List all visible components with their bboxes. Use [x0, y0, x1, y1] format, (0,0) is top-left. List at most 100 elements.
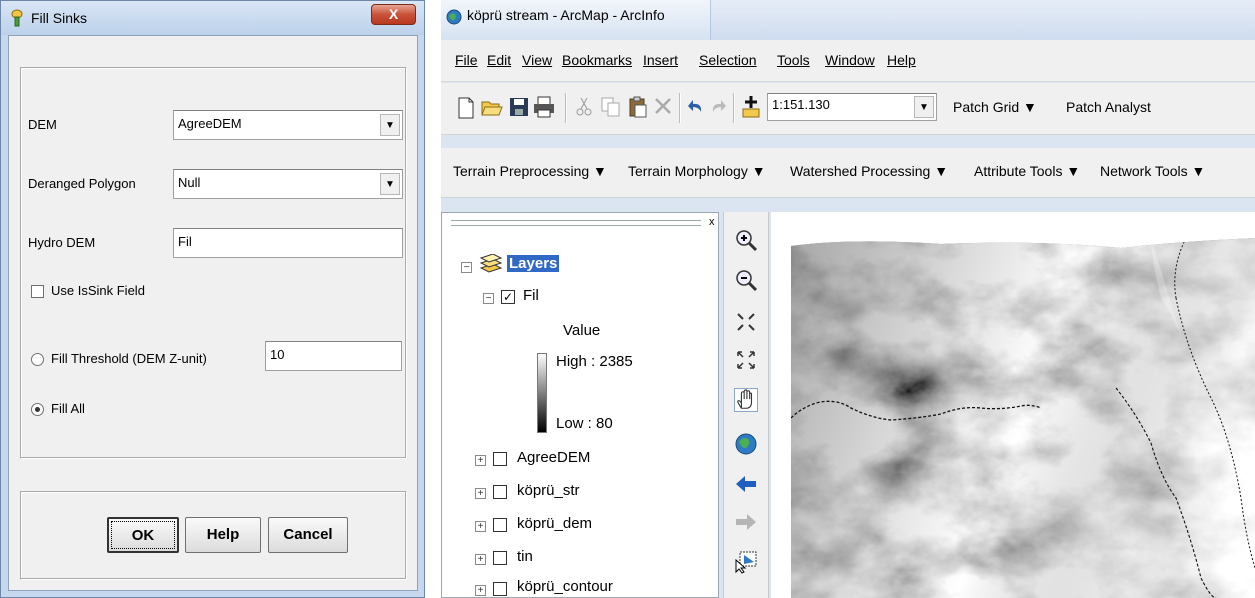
terrain-morphology-menu[interactable]: Terrain Morphology ▼ [628, 163, 766, 179]
dialog-title: Fill Sinks [31, 10, 88, 26]
menu-view[interactable]: View [522, 52, 552, 68]
toc-drag-handle[interactable] [451, 220, 701, 226]
add-data-icon[interactable] [741, 95, 761, 119]
fill-threshold-radio[interactable] [31, 353, 44, 366]
back-arrow-icon[interactable] [734, 472, 758, 496]
menu-window[interactable]: Window [825, 52, 875, 68]
hydro-dem-label: Hydro DEM [28, 235, 96, 250]
dem-raster-map[interactable] [791, 238, 1255, 598]
map-view[interactable] [771, 212, 1255, 598]
layer-checkbox[interactable] [493, 485, 507, 499]
layer-kopru-contour[interactable]: köprü_contour [517, 578, 613, 595]
save-icon[interactable] [509, 97, 529, 117]
cancel-button[interactable]: Cancel [268, 517, 348, 553]
expand-icon[interactable]: + [475, 488, 486, 499]
zoom-in-icon[interactable] [734, 228, 758, 252]
delete-icon[interactable] [654, 97, 672, 115]
fill-sinks-dialog: Fill Sinks X DEM AgreeDEM ▼ Deranged Pol… [0, 0, 425, 598]
menu-tools[interactable]: Tools [777, 52, 810, 68]
chevron-down-icon[interactable]: ▼ [380, 114, 400, 136]
select-features-icon[interactable] [734, 550, 758, 574]
close-button[interactable]: X [371, 4, 416, 25]
layer-checkbox[interactable] [493, 452, 507, 466]
expand-icon[interactable]: + [475, 521, 486, 532]
toolbar-separator [733, 93, 734, 123]
arcmap-titlebar[interactable]: köprü stream - ArcMap - ArcInfo [441, 0, 1255, 40]
zoom-out-icon[interactable] [734, 268, 758, 292]
layers-root[interactable]: Layers [507, 255, 560, 272]
menu-bookmarks-label: Bookmarks [562, 52, 633, 68]
patch-analyst-menu[interactable]: Patch Analyst [1066, 99, 1151, 115]
network-tools-menu[interactable]: Network Tools ▼ [1100, 163, 1205, 179]
redo-icon[interactable] [709, 99, 727, 115]
expand-icon[interactable]: + [475, 455, 486, 466]
menu-bar: File Edit View Bookmarks Insert Selectio… [441, 40, 1255, 82]
forward-arrow-icon[interactable] [734, 510, 758, 534]
cut-icon[interactable] [575, 97, 593, 117]
terrain-preprocessing-menu[interactable]: Terrain Preprocessing ▼ [453, 163, 607, 179]
menu-insert[interactable]: Insert [643, 52, 678, 68]
hydro-dem-input[interactable]: Fil [173, 228, 403, 258]
expand-icon[interactable]: + [475, 554, 486, 565]
expand-icon[interactable]: + [475, 585, 486, 596]
layer-checkbox[interactable] [493, 551, 507, 565]
use-issink-label[interactable]: Use IsSink Field [51, 283, 145, 298]
tools-toolbar [723, 212, 769, 598]
menu-file-label: File [455, 52, 478, 68]
fill-threshold-input[interactable]: 10 [265, 341, 402, 371]
undo-icon[interactable] [687, 99, 705, 115]
layer-fil-checkbox[interactable]: ✓ [501, 290, 515, 304]
fill-threshold-label[interactable]: Fill Threshold (DEM Z-unit) [51, 351, 207, 366]
menu-file[interactable]: File [455, 52, 478, 68]
open-folder-icon[interactable] [481, 97, 503, 117]
help-button[interactable]: Help [185, 517, 261, 553]
pan-hand-icon[interactable] [734, 388, 758, 412]
legend-high: High : 2385 [556, 353, 633, 370]
watershed-processing-menu[interactable]: Watershed Processing ▼ [790, 163, 948, 179]
window-title: köprü stream - ArcMap - ArcInfo [467, 7, 665, 23]
layer-kopru-dem[interactable]: köprü_dem [517, 515, 592, 532]
menu-insert-label: Insert [643, 52, 679, 68]
menu-view-label: View [522, 52, 553, 68]
fixed-zoom-in-icon[interactable] [734, 310, 758, 334]
fill-all-label[interactable]: Fill All [51, 401, 85, 416]
paste-icon[interactable] [628, 96, 648, 118]
fill-all-radio[interactable] [31, 403, 44, 416]
print-icon[interactable] [533, 96, 555, 118]
chevron-down-icon[interactable]: ▼ [914, 96, 934, 118]
layer-checkbox[interactable] [493, 582, 507, 596]
layer-agreedem[interactable]: AgreeDEM [517, 449, 590, 466]
legend-color-ramp [537, 353, 547, 433]
menu-help[interactable]: Help [887, 52, 916, 68]
dem-label: DEM [28, 117, 57, 132]
standard-toolbar: 1:151.130 ▼ Patch Grid ▼ Patch Analyst [441, 83, 1255, 135]
menu-selection[interactable]: Selection [699, 52, 757, 68]
layer-kopru-str[interactable]: köprü_str [517, 482, 580, 499]
terrain-shading [791, 238, 1255, 598]
collapse-icon[interactable]: − [483, 293, 494, 304]
collapse-icon[interactable]: − [461, 262, 472, 273]
deranged-polygon-label: Deranged Polygon [28, 176, 136, 191]
menu-window-label: Window [825, 52, 875, 68]
menu-help-label: Help [887, 52, 916, 68]
menu-bookmarks[interactable]: Bookmarks [562, 52, 632, 68]
dialog-titlebar[interactable]: Fill Sinks X [1, 1, 424, 35]
full-extent-globe-icon[interactable] [734, 432, 758, 456]
toc-close-button[interactable]: x [709, 216, 715, 228]
use-issink-checkbox[interactable] [31, 285, 44, 298]
copy-icon[interactable] [601, 97, 621, 117]
attribute-tools-menu[interactable]: Attribute Tools ▼ [974, 163, 1080, 179]
ok-button[interactable]: OK [107, 517, 179, 553]
patch-grid-menu[interactable]: Patch Grid ▼ [953, 99, 1037, 115]
dem-select[interactable]: AgreeDEM ▼ [173, 110, 403, 140]
fixed-zoom-out-icon[interactable] [734, 348, 758, 372]
layer-fil[interactable]: Fil [523, 287, 539, 304]
map-scale-select[interactable]: 1:151.130 ▼ [767, 93, 937, 121]
chevron-down-icon[interactable]: ▼ [380, 173, 400, 195]
deranged-polygon-select[interactable]: Null ▼ [173, 169, 403, 199]
new-document-icon[interactable] [457, 97, 475, 119]
menu-edit[interactable]: Edit [487, 52, 511, 68]
layer-checkbox[interactable] [493, 518, 507, 532]
layer-tin[interactable]: tin [517, 548, 533, 565]
menu-tools-label: Tools [777, 52, 810, 68]
